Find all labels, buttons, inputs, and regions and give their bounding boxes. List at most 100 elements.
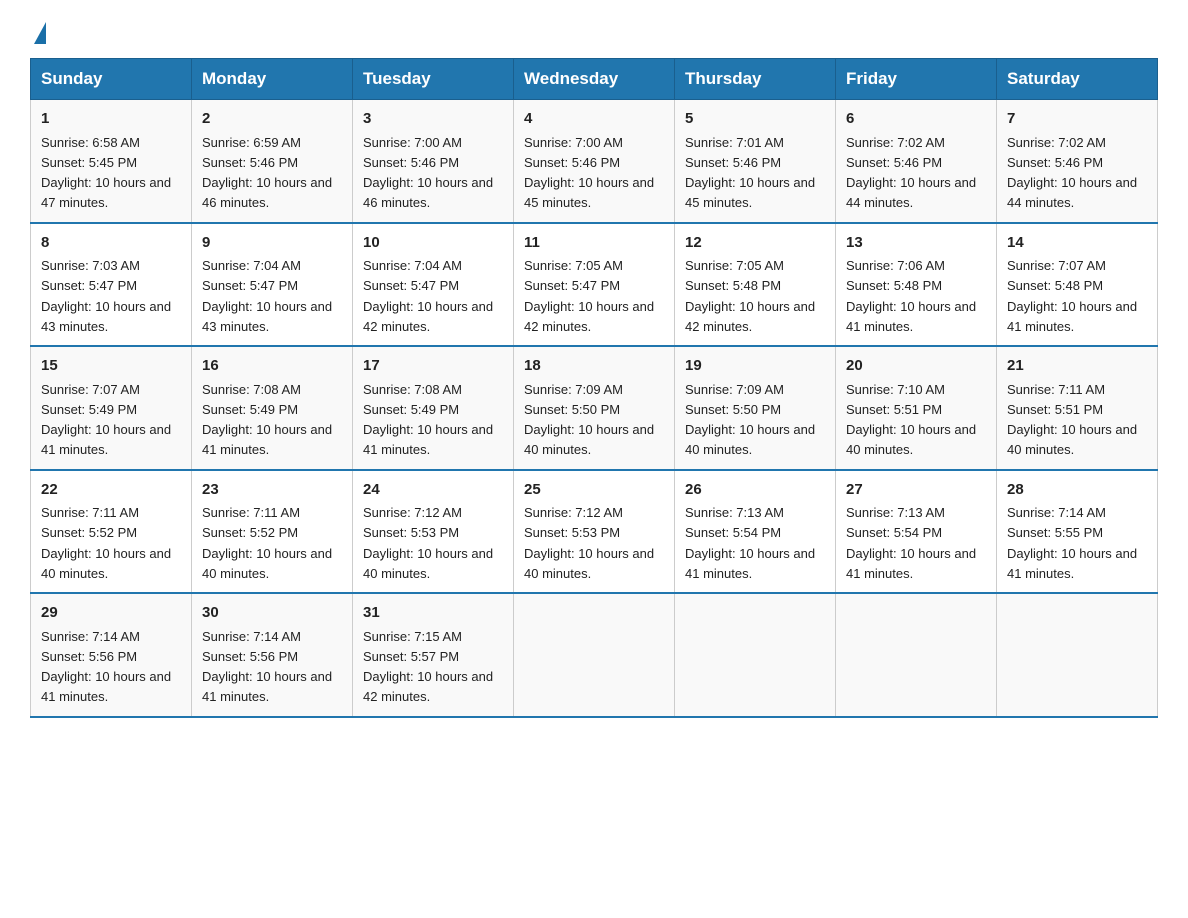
calendar-cell — [514, 593, 675, 717]
day-info: Sunrise: 7:07 AMSunset: 5:49 PMDaylight:… — [41, 382, 171, 458]
day-number: 28 — [1007, 479, 1147, 502]
calendar-cell: 12 Sunrise: 7:05 AMSunset: 5:48 PMDayligh… — [675, 223, 836, 347]
day-info: Sunrise: 7:01 AMSunset: 5:46 PMDaylight:… — [685, 135, 815, 211]
day-info: Sunrise: 7:09 AMSunset: 5:50 PMDaylight:… — [685, 382, 815, 458]
day-info: Sunrise: 7:11 AMSunset: 5:51 PMDaylight:… — [1007, 382, 1137, 458]
header-saturday: Saturday — [997, 59, 1158, 100]
calendar-cell: 24 Sunrise: 7:12 AMSunset: 5:53 PMDayligh… — [353, 470, 514, 594]
day-number: 31 — [363, 602, 503, 625]
day-number: 15 — [41, 355, 181, 378]
day-number: 6 — [846, 108, 986, 131]
calendar-cell: 13 Sunrise: 7:06 AMSunset: 5:48 PMDayligh… — [836, 223, 997, 347]
calendar-cell: 6Sunrise: 7:02 AMSunset: 5:46 PMDaylight… — [836, 100, 997, 223]
calendar-cell: 4 Sunrise: 7:00 AMSunset: 5:46 PMDaylight… — [514, 100, 675, 223]
day-number: 1 — [41, 108, 181, 131]
calendar-cell — [836, 593, 997, 717]
day-number: 12 — [685, 232, 825, 255]
day-info: Sunrise: 7:11 AMSunset: 5:52 PMDaylight:… — [41, 505, 171, 581]
calendar-cell: 11 Sunrise: 7:05 AMSunset: 5:47 PMDayligh… — [514, 223, 675, 347]
day-info: Sunrise: 7:10 AMSunset: 5:51 PMDaylight:… — [846, 382, 976, 458]
day-info: Sunrise: 7:00 AMSunset: 5:46 PMDaylight:… — [524, 135, 654, 211]
day-number: 25 — [524, 479, 664, 502]
calendar-cell: 27Sunrise: 7:13 AMSunset: 5:54 PMDayligh… — [836, 470, 997, 594]
calendar-cell: 20 Sunrise: 7:10 AMSunset: 5:51 PMDayligh… — [836, 346, 997, 470]
day-number: 26 — [685, 479, 825, 502]
day-number: 13 — [846, 232, 986, 255]
calendar-cell: 9Sunrise: 7:04 AMSunset: 5:47 PMDaylight… — [192, 223, 353, 347]
day-info: Sunrise: 7:13 AMSunset: 5:54 PMDaylight:… — [846, 505, 976, 581]
day-number: 10 — [363, 232, 503, 255]
day-info: Sunrise: 7:14 AMSunset: 5:56 PMDaylight:… — [202, 629, 332, 705]
day-info: Sunrise: 7:08 AMSunset: 5:49 PMDaylight:… — [363, 382, 493, 458]
calendar-cell: 26 Sunrise: 7:13 AMSunset: 5:54 PMDayligh… — [675, 470, 836, 594]
day-info: Sunrise: 7:14 AMSunset: 5:56 PMDaylight:… — [41, 629, 171, 705]
calendar-cell: 1 Sunrise: 6:58 AMSunset: 5:45 PMDaylight… — [31, 100, 192, 223]
calendar-cell: 19Sunrise: 7:09 AMSunset: 5:50 PMDayligh… — [675, 346, 836, 470]
day-number: 7 — [1007, 108, 1147, 131]
calendar-cell: 5 Sunrise: 7:01 AMSunset: 5:46 PMDaylight… — [675, 100, 836, 223]
day-number: 17 — [363, 355, 503, 378]
day-number: 9 — [202, 232, 342, 255]
header-thursday: Thursday — [675, 59, 836, 100]
day-number: 3 — [363, 108, 503, 131]
day-number: 14 — [1007, 232, 1147, 255]
calendar-cell: 21 Sunrise: 7:11 AMSunset: 5:51 PMDayligh… — [997, 346, 1158, 470]
calendar-week-row: 29Sunrise: 7:14 AMSunset: 5:56 PMDayligh… — [31, 593, 1158, 717]
day-number: 11 — [524, 232, 664, 255]
day-number: 18 — [524, 355, 664, 378]
calendar-cell: 29Sunrise: 7:14 AMSunset: 5:56 PMDayligh… — [31, 593, 192, 717]
day-info: Sunrise: 7:03 AMSunset: 5:47 PMDaylight:… — [41, 258, 171, 334]
day-info: Sunrise: 7:05 AMSunset: 5:47 PMDaylight:… — [524, 258, 654, 334]
day-info: Sunrise: 7:08 AMSunset: 5:49 PMDaylight:… — [202, 382, 332, 458]
day-info: Sunrise: 6:58 AMSunset: 5:45 PMDaylight:… — [41, 135, 171, 211]
day-number: 22 — [41, 479, 181, 502]
calendar-cell: 2 Sunrise: 6:59 AMSunset: 5:46 PMDaylight… — [192, 100, 353, 223]
day-number: 2 — [202, 108, 342, 131]
day-number: 23 — [202, 479, 342, 502]
calendar-cell: 7 Sunrise: 7:02 AMSunset: 5:46 PMDaylight… — [997, 100, 1158, 223]
day-number: 24 — [363, 479, 503, 502]
header-wednesday: Wednesday — [514, 59, 675, 100]
day-info: Sunrise: 7:11 AMSunset: 5:52 PMDaylight:… — [202, 505, 332, 581]
header-sunday: Sunday — [31, 59, 192, 100]
header-monday: Monday — [192, 59, 353, 100]
day-info: Sunrise: 7:13 AMSunset: 5:54 PMDaylight:… — [685, 505, 815, 581]
page-header — [30, 20, 1158, 40]
day-info: Sunrise: 7:06 AMSunset: 5:48 PMDaylight:… — [846, 258, 976, 334]
calendar-cell: 10 Sunrise: 7:04 AMSunset: 5:47 PMDayligh… — [353, 223, 514, 347]
day-info: Sunrise: 6:59 AMSunset: 5:46 PMDaylight:… — [202, 135, 332, 211]
header-friday: Friday — [836, 59, 997, 100]
logo — [30, 20, 46, 40]
calendar-cell: 17 Sunrise: 7:08 AMSunset: 5:49 PMDayligh… — [353, 346, 514, 470]
day-info: Sunrise: 7:05 AMSunset: 5:48 PMDaylight:… — [685, 258, 815, 334]
calendar-table: SundayMondayTuesdayWednesdayThursdayFrid… — [30, 58, 1158, 718]
day-number: 20 — [846, 355, 986, 378]
calendar-cell: 18 Sunrise: 7:09 AMSunset: 5:50 PMDayligh… — [514, 346, 675, 470]
calendar-cell — [675, 593, 836, 717]
logo-triangle-icon — [34, 22, 46, 44]
day-number: 21 — [1007, 355, 1147, 378]
calendar-header-row: SundayMondayTuesdayWednesdayThursdayFrid… — [31, 59, 1158, 100]
day-info: Sunrise: 7:04 AMSunset: 5:47 PMDaylight:… — [363, 258, 493, 334]
calendar-cell: 23 Sunrise: 7:11 AMSunset: 5:52 PMDayligh… — [192, 470, 353, 594]
calendar-cell: 31Sunrise: 7:15 AMSunset: 5:57 PMDayligh… — [353, 593, 514, 717]
calendar-cell: 3 Sunrise: 7:00 AMSunset: 5:46 PMDaylight… — [353, 100, 514, 223]
day-info: Sunrise: 7:07 AMSunset: 5:48 PMDaylight:… — [1007, 258, 1137, 334]
calendar-week-row: 8Sunrise: 7:03 AMSunset: 5:47 PMDaylight… — [31, 223, 1158, 347]
day-info: Sunrise: 7:00 AMSunset: 5:46 PMDaylight:… — [363, 135, 493, 211]
header-tuesday: Tuesday — [353, 59, 514, 100]
day-number: 4 — [524, 108, 664, 131]
day-info: Sunrise: 7:02 AMSunset: 5:46 PMDaylight:… — [1007, 135, 1137, 211]
day-info: Sunrise: 7:12 AMSunset: 5:53 PMDaylight:… — [524, 505, 654, 581]
calendar-cell: 14 Sunrise: 7:07 AMSunset: 5:48 PMDayligh… — [997, 223, 1158, 347]
calendar-cell: 15 Sunrise: 7:07 AMSunset: 5:49 PMDayligh… — [31, 346, 192, 470]
day-info: Sunrise: 7:14 AMSunset: 5:55 PMDaylight:… — [1007, 505, 1137, 581]
day-info: Sunrise: 7:12 AMSunset: 5:53 PMDaylight:… — [363, 505, 493, 581]
day-info: Sunrise: 7:09 AMSunset: 5:50 PMDaylight:… — [524, 382, 654, 458]
calendar-cell: 28 Sunrise: 7:14 AMSunset: 5:55 PMDayligh… — [997, 470, 1158, 594]
day-number: 30 — [202, 602, 342, 625]
calendar-week-row: 15 Sunrise: 7:07 AMSunset: 5:49 PMDayligh… — [31, 346, 1158, 470]
calendar-cell: 8Sunrise: 7:03 AMSunset: 5:47 PMDaylight… — [31, 223, 192, 347]
calendar-cell: 16Sunrise: 7:08 AMSunset: 5:49 PMDayligh… — [192, 346, 353, 470]
day-number: 5 — [685, 108, 825, 131]
